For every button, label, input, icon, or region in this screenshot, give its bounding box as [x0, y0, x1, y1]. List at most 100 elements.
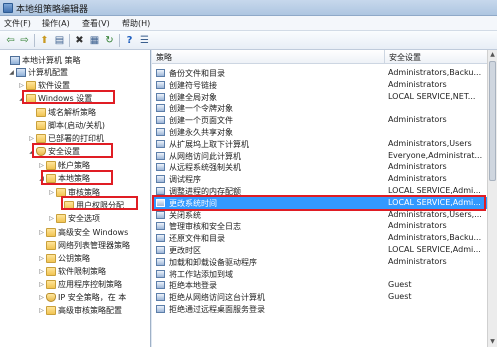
column-header-security-setting[interactable]: 安全设置	[389, 52, 421, 63]
policy-name: 将工作站添加到域	[169, 269, 233, 279]
tree-node[interactable]: ▷ IP 安全策略，在 本	[38, 291, 126, 303]
collapsed-arrow-icon[interactable]: ▷	[48, 188, 55, 197]
collapsed-arrow-icon[interactable]: ▷	[18, 81, 25, 90]
collapsed-arrow-icon[interactable]: ▷	[28, 134, 35, 143]
policy-row[interactable]: 从远程系统强制关机 Administrators	[152, 161, 487, 173]
tree-node[interactable]: 域名解析策略	[28, 106, 96, 118]
menu-action[interactable]: 操作(A)	[42, 18, 70, 29]
policy-name: 更改时区	[169, 246, 201, 255]
policy-row[interactable]: 拒绝本地登录 Guest	[152, 279, 487, 291]
collapsed-arrow-icon[interactable]: ▷	[38, 306, 45, 315]
toolbar-separator	[69, 34, 70, 47]
menu-help[interactable]: 帮助(H)	[122, 18, 150, 29]
forward-arrow-icon[interactable]: ⇨	[18, 34, 31, 47]
tree-node[interactable]: ▷ 软件限制策略	[38, 265, 106, 277]
vertical-scrollbar[interactable]: ▲ ▼	[487, 50, 497, 347]
tree-node[interactable]: ▷ 公钥策略	[38, 252, 90, 264]
policy-row[interactable]: 创建全局对象 LOCAL SERVICE,NET...	[152, 91, 487, 103]
policy-icon	[156, 222, 165, 231]
tree-node[interactable]: ▷ 高级审核策略配置	[38, 304, 122, 316]
collapsed-arrow-icon[interactable]: ▷	[38, 293, 45, 302]
tree-node[interactable]: ◢ 计算机配置	[8, 66, 68, 78]
tree-node[interactable]: ▷ 高级安全 Windows	[38, 226, 128, 238]
tree-node[interactable]: 脚本(启动/关机)	[28, 119, 105, 131]
collapsed-arrow-icon[interactable]: ▷	[38, 280, 45, 289]
help-icon[interactable]: ?	[123, 34, 136, 47]
scroll-up-arrow-icon[interactable]: ▲	[488, 50, 497, 60]
column-header-policy[interactable]: 策略	[156, 52, 172, 63]
window-title: 本地组策略编辑器	[16, 5, 89, 15]
details-view-icon[interactable]: ☰	[138, 34, 151, 47]
folder-icon	[36, 107, 46, 117]
folder-icon	[46, 253, 56, 263]
refresh-icon[interactable]: ↻	[103, 34, 116, 47]
menu-file[interactable]: 文件(F)	[4, 18, 31, 29]
policy-row[interactable]: 关闭系统 Administrators,Users,...	[152, 209, 487, 221]
policy-setting: Everyone,Administrat...	[388, 150, 483, 160]
menu-bar: 文件(F) 操作(A) 查看(V) 帮助(H)	[0, 16, 497, 31]
up-folder-icon[interactable]: ⬆	[38, 34, 51, 47]
policy-icon	[156, 80, 165, 89]
list-header: 策略 安全设置	[152, 50, 487, 64]
folder-icon	[46, 279, 56, 289]
properties-icon[interactable]: ▦	[88, 34, 101, 47]
policy-row[interactable]: 创建一个令牌对象	[152, 102, 487, 114]
folder-icon	[46, 227, 56, 237]
scroll-thumb[interactable]	[489, 61, 496, 181]
policy-row[interactable]: 加载和卸载设备驱动程序 Administrators	[152, 256, 487, 268]
policy-row[interactable]: 创建永久共享对象	[152, 126, 487, 138]
policy-row[interactable]: 调试程序 Administrators	[152, 173, 487, 185]
policy-setting: Administrators,Backu...	[388, 68, 482, 77]
policy-icon	[156, 175, 165, 184]
collapsed-arrow-icon[interactable]: ▷	[48, 214, 55, 223]
policy-icon	[156, 210, 165, 219]
policy-row[interactable]: 备份文件和目录 Administrators,Backu...	[152, 67, 487, 79]
back-arrow-icon[interactable]: ⇦	[4, 34, 17, 47]
expanded-arrow-icon[interactable]: ◢	[8, 68, 15, 77]
collapsed-arrow-icon[interactable]: ▷	[38, 161, 45, 170]
policy-name: 调试程序	[169, 175, 201, 185]
policy-setting: Administrators	[388, 79, 447, 89]
policy-row[interactable]: 从网络访问此计算机 Everyone,Administrat...	[152, 150, 487, 162]
tree-node-label: 高级安全 Windows	[58, 227, 129, 237]
delete-icon[interactable]: ✖	[73, 34, 86, 47]
policy-setting: LOCAL SERVICE,Admi...	[388, 186, 481, 195]
collapsed-arrow-icon[interactable]: ▷	[38, 267, 45, 276]
tree-node[interactable]: 网络列表管理器策略	[38, 239, 130, 251]
policy-setting: Administrators	[388, 256, 447, 266]
folder-icon	[26, 80, 36, 90]
policy-row[interactable]: 管理审核和安全日志 Administrators	[152, 220, 487, 232]
policy-row[interactable]: 创建符号链接 Administrators	[152, 79, 487, 91]
policy-row[interactable]: 更改时区 LOCAL SERVICE,Admi...	[152, 244, 487, 256]
policy-icon	[156, 104, 165, 113]
policy-row[interactable]: 拒绝从网络访问这台计算机 Guest	[152, 291, 487, 303]
policy-setting: Administrators	[388, 162, 447, 172]
collapsed-arrow-icon[interactable]: ▷	[38, 254, 45, 263]
highlight-box	[22, 90, 115, 104]
policy-editor-icon	[3, 3, 13, 13]
column-divider[interactable]	[384, 50, 385, 64]
highlight-box	[41, 170, 113, 185]
tree-node[interactable]: 本地计算机 策略	[2, 54, 81, 66]
collapsed-arrow-icon[interactable]: ▷	[38, 228, 45, 237]
policy-row[interactable]: 从扩展坞上取下计算机 Administrators,Users	[152, 138, 487, 150]
policy-setting: Administrators,Users,...	[388, 209, 482, 219]
tree-node[interactable]: ▷ 应用程序控制策略	[38, 278, 122, 290]
policy-row[interactable]: 还原文件和目录 Administrators,Backu...	[152, 232, 487, 244]
folder-icon	[36, 120, 46, 130]
folder-icon	[56, 213, 66, 223]
policy-name: 关闭系统	[169, 210, 201, 220]
menu-view[interactable]: 查看(V)	[82, 18, 110, 29]
policy-row[interactable]: 创建一个页面文件 Administrators	[152, 114, 487, 126]
show-hide-tree-icon[interactable]: ▤	[53, 34, 66, 47]
policy-icon	[156, 234, 165, 243]
tree-node[interactable]: ▷ 安全选项	[48, 212, 100, 224]
policy-row[interactable]: 拒绝通过远程桌面服务登录	[152, 303, 487, 315]
policy-icon	[156, 257, 165, 266]
policy-row[interactable]: 将工作站添加到域	[152, 268, 487, 280]
scroll-down-arrow-icon[interactable]: ▼	[488, 337, 497, 347]
folder-icon	[46, 305, 56, 315]
policy-name: 创建符号链接	[169, 80, 217, 90]
